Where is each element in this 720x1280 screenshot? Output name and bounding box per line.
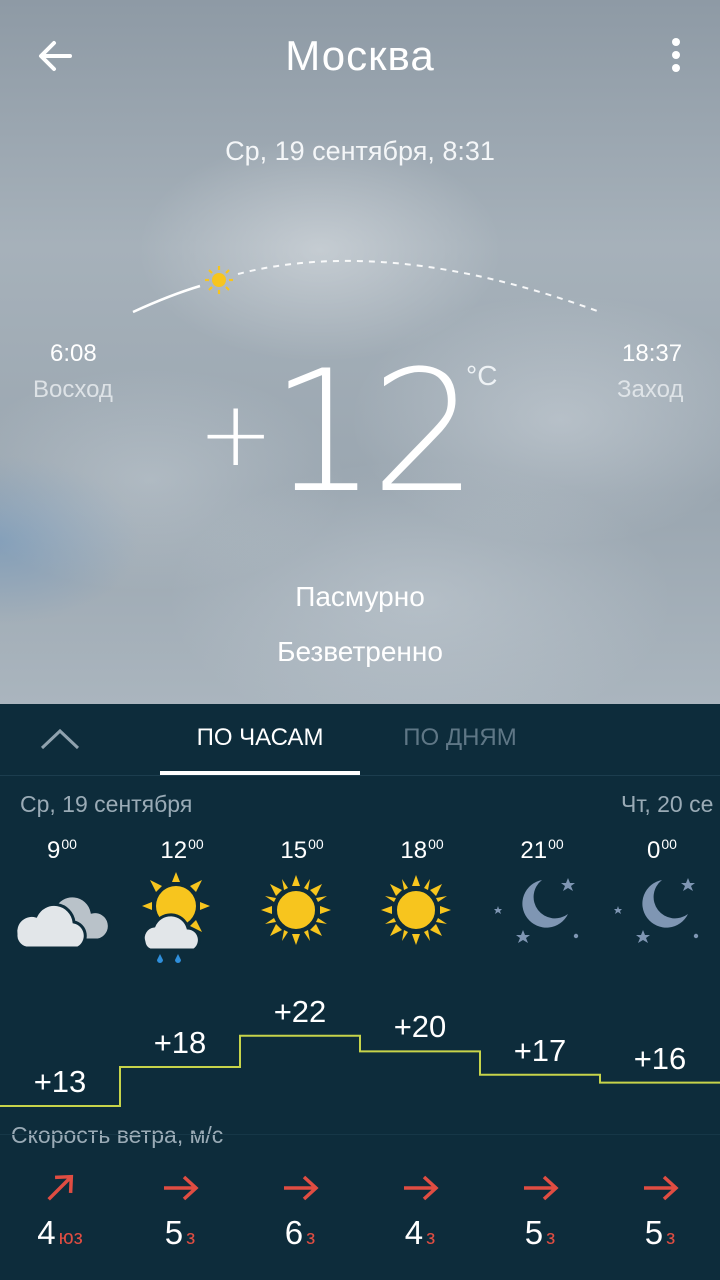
hour-label: 900: [47, 836, 77, 864]
moon-stars-icon: [494, 878, 579, 943]
wind-direction: з: [186, 1227, 196, 1249]
sunrise-label: Восход: [33, 376, 113, 403]
sun-icon: [261, 875, 331, 945]
temperature-value: +16: [633, 1040, 687, 1076]
wind-arrow-icon: [164, 1175, 199, 1201]
tab-daily[interactable]: ПО ДНЯМ: [360, 724, 560, 752]
hour-label: 1200: [160, 836, 204, 864]
wind-direction: з: [666, 1227, 676, 1249]
chevron-up-icon[interactable]: [38, 724, 82, 754]
wind-speed-value: 5: [644, 1214, 664, 1251]
wind-speed: 5з: [120, 1214, 240, 1252]
wind-arrow-icon: [47, 1174, 74, 1201]
wind-direction: з: [306, 1227, 316, 1249]
cloudy-icon: [14, 894, 111, 950]
wind-speed-value: 4: [37, 1214, 56, 1251]
temperature-value: +17: [513, 1032, 567, 1068]
wind-speed-value: 5: [524, 1214, 544, 1251]
wind-speed-value: 5: [164, 1214, 184, 1251]
wind-direction: з: [546, 1227, 556, 1249]
current-temperature: 12: [270, 334, 478, 530]
temperature-value: +18: [153, 1025, 207, 1060]
hour-label: 1800: [400, 836, 444, 864]
temperature-value: +13: [33, 1064, 87, 1099]
wind-speed: 5з: [480, 1214, 600, 1252]
sunrise-time: 6:08: [50, 340, 97, 367]
temperature-unit: °C: [466, 360, 498, 391]
wind-arrow-icon: [404, 1175, 439, 1201]
current-datetime: Ср, 19 сентября, 8:31: [225, 136, 495, 166]
wind-direction: з: [426, 1227, 436, 1249]
sunset-time: 18:37: [622, 340, 683, 367]
hour-label: 000: [647, 836, 677, 864]
divider: [0, 775, 720, 776]
wind-arrow-icon: [524, 1175, 559, 1201]
divider: [0, 1134, 720, 1135]
hour-label: 1500: [280, 836, 324, 864]
temperature-value: +20: [393, 1009, 447, 1045]
wind-direction: юз: [58, 1227, 83, 1249]
sun-icon: [381, 875, 451, 945]
wind-speed: 4з: [360, 1214, 480, 1252]
wind-speed: 5з: [600, 1214, 720, 1252]
day-label-today: Ср, 19 сентября: [20, 791, 193, 817]
day-label-next: Чт, 20 се: [621, 791, 714, 817]
wind-speed-value: 4: [404, 1214, 424, 1251]
tab-hourly[interactable]: ПО ЧАСАМ: [160, 724, 360, 752]
sun-path-arc: [132, 259, 601, 314]
wind-section-title: Скорость ветра, м/с: [11, 1122, 224, 1148]
temperature-value: +22: [273, 993, 327, 1029]
partly-cloudy-rain-icon: [141, 872, 210, 963]
hour-label: 2100: [520, 836, 564, 864]
wind-speed: 6з: [240, 1214, 360, 1252]
more-menu-icon[interactable]: [664, 38, 688, 78]
wind-speed-value: 6: [284, 1214, 304, 1251]
weather-hero: Москва Ср, 19 сентября, 8:31 6:08 Восход…: [0, 0, 720, 704]
temperature-sign: +: [198, 382, 274, 487]
sunset-label: Заход: [617, 376, 684, 403]
wind-arrow-icon: [644, 1175, 679, 1201]
sun-position-icon: [205, 266, 233, 294]
wind-arrow-icon: [284, 1175, 319, 1201]
moon-stars-icon: [614, 878, 699, 943]
city-title: Москва: [285, 32, 435, 79]
wind-speed: 4 юз: [0, 1214, 120, 1252]
wind-condition: Безветренно: [277, 636, 443, 667]
weather-condition: Пасмурно: [295, 581, 425, 612]
